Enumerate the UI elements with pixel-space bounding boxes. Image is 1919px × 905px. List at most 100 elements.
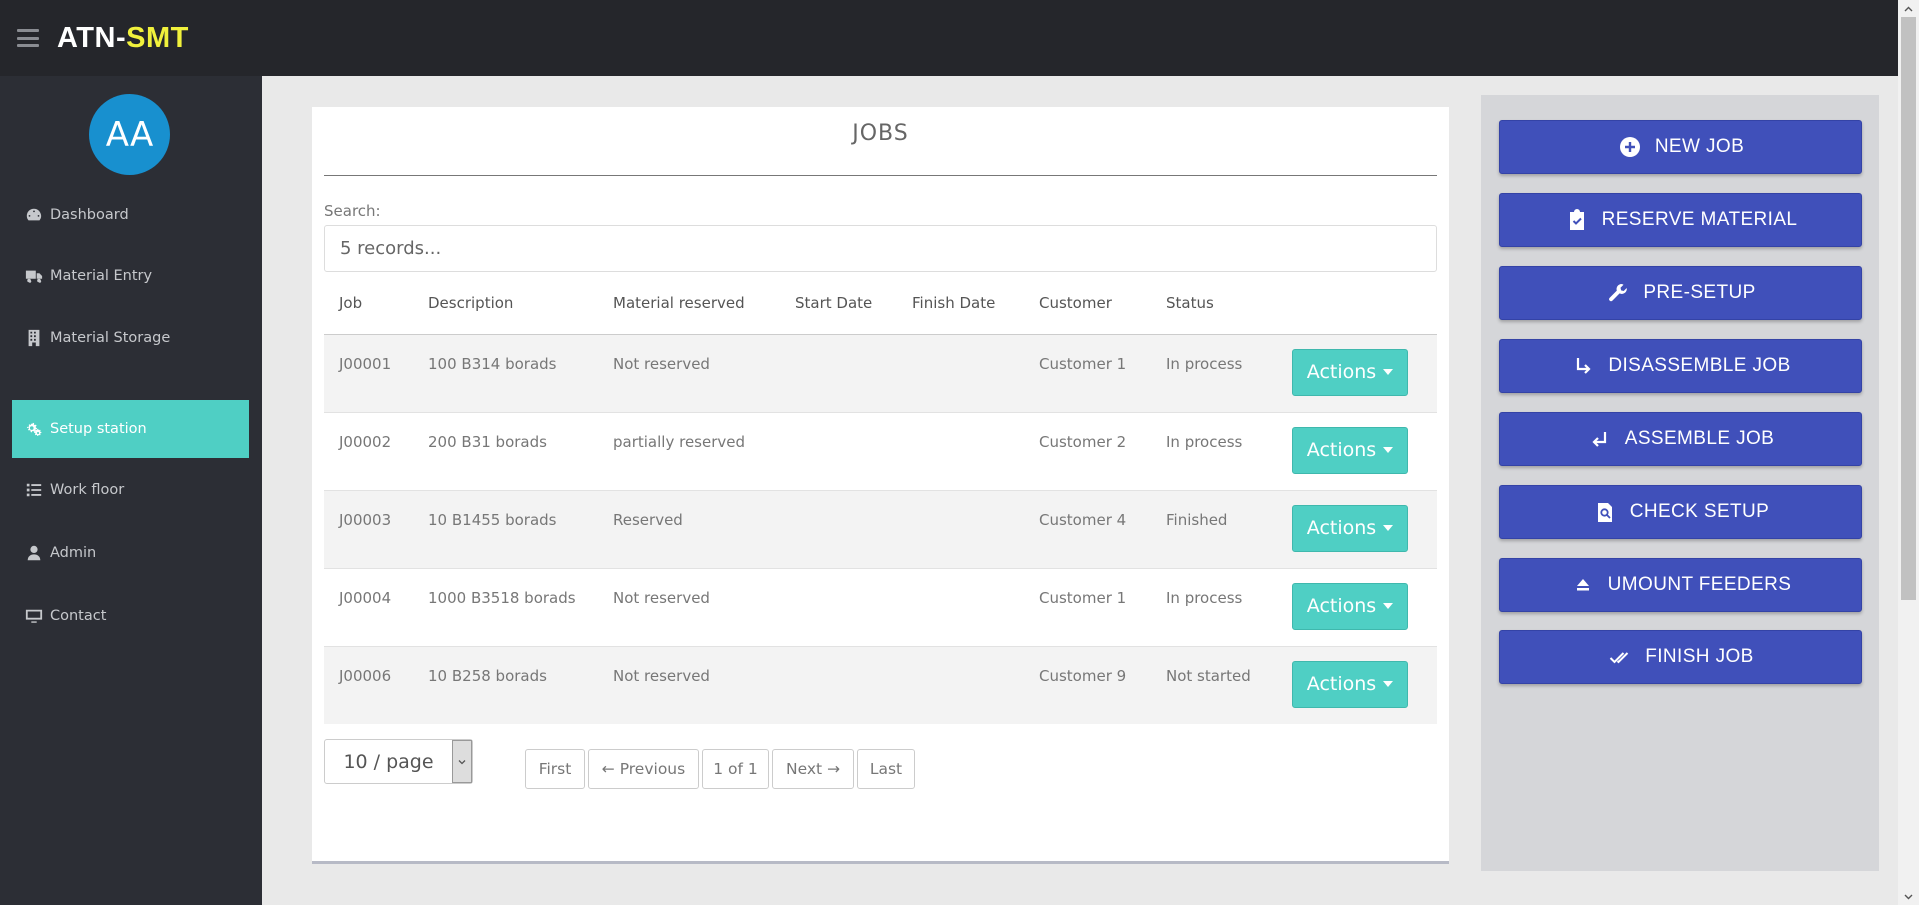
cell-description: 200 B31 borads: [413, 411, 598, 490]
check-setup-label: CHECK SETUP: [1629, 501, 1770, 522]
cell-customer: Customer 1: [1024, 334, 1151, 412]
page-scrollbar[interactable]: [1898, 0, 1919, 905]
cell-actions: Actions: [1277, 334, 1437, 412]
cell-material-reserved: partially reserved: [598, 411, 780, 490]
cell-finish-date: [897, 567, 1024, 646]
column-header-actions: [1277, 272, 1437, 335]
actions-button-label: Actions: [1306, 673, 1377, 695]
column-header-customer[interactable]: Customer: [1024, 272, 1151, 335]
pagination-first-button[interactable]: First: [525, 749, 585, 789]
scroll-down-icon[interactable]: [1898, 888, 1919, 905]
new-job-label: NEW JOB: [1654, 136, 1745, 157]
sidebar-item-label: Contact: [50, 608, 107, 624]
assemble-job-label: ASSEMBLE JOB: [1624, 428, 1775, 449]
check-setup-button[interactable]: CHECK SETUP: [1499, 485, 1862, 539]
actions-button-label: Actions: [1306, 439, 1377, 461]
enter-arrow-icon: [1587, 427, 1613, 451]
actions-dropdown-button[interactable]: Actions: [1292, 660, 1408, 708]
caret-down-icon: [1383, 525, 1394, 531]
page-title: JOBS: [852, 121, 909, 146]
cell-start-date: [780, 645, 897, 724]
actions-dropdown-button[interactable]: Actions: [1292, 504, 1408, 552]
brand-logo[interactable]: ATN-SMT: [57, 22, 189, 55]
cell-description: 100 B314 borads: [413, 334, 598, 412]
new-job-button[interactable]: NEW JOB: [1499, 120, 1862, 174]
cell-status: In process: [1151, 334, 1277, 412]
pagination-last-button[interactable]: Last: [857, 749, 915, 789]
cell-status: Not started: [1151, 645, 1277, 724]
table-row: J00004 1000 B3518 borads Not reserved Cu…: [324, 567, 1437, 646]
reserve-material-button[interactable]: RESERVE MATERIAL: [1499, 193, 1862, 247]
table-header-row: Job Description Material reserved Start …: [324, 272, 1437, 335]
sidebar-item-label: Admin: [50, 545, 97, 561]
column-header-description[interactable]: Description: [413, 272, 598, 335]
column-header-finish-date[interactable]: Finish Date: [897, 272, 1024, 335]
cell-actions: Actions: [1277, 645, 1437, 724]
cell-finish-date: [897, 334, 1024, 412]
pagination-previous-button[interactable]: ← Previous: [588, 749, 699, 789]
pre-setup-label: PRE-SETUP: [1643, 282, 1756, 303]
sidebar-item-label: Dashboard: [50, 207, 129, 223]
caret-down-icon: [1383, 369, 1394, 375]
hamburger-menu-icon[interactable]: [17, 29, 39, 47]
jobs-table: Job Description Material reserved Start …: [324, 272, 1437, 724]
column-header-status[interactable]: Status: [1151, 272, 1277, 335]
cell-description: 1000 B3518 borads: [413, 567, 598, 646]
cell-customer: Customer 9: [1024, 645, 1151, 724]
umount-feeders-button[interactable]: UMOUNT FEEDERS: [1499, 558, 1862, 612]
jobs-card: JOBS Search: Job Description Material re…: [312, 107, 1449, 861]
actions-button-label: Actions: [1306, 595, 1377, 617]
sidebar-item-setup-station[interactable]: Setup station: [12, 400, 249, 458]
plus-circle-icon: [1617, 135, 1643, 159]
assemble-job-button[interactable]: ASSEMBLE JOB: [1499, 412, 1862, 466]
umount-feeders-label: UMOUNT FEEDERS: [1607, 574, 1792, 595]
title-divider: [324, 175, 1437, 176]
cell-job: J00001: [324, 334, 413, 412]
actions-dropdown-button[interactable]: Actions: [1292, 348, 1408, 396]
cell-customer: Customer 2: [1024, 411, 1151, 490]
brand-text-suffix: SMT: [126, 22, 189, 54]
chevron-down-icon[interactable]: [452, 740, 472, 783]
actions-panel: NEW JOB RESERVE MATERIAL PRE-SETUP DISAS…: [1481, 95, 1879, 871]
cell-customer: Customer 4: [1024, 489, 1151, 568]
sidebar-item-work-floor[interactable]: Work floor: [12, 461, 249, 519]
column-header-start-date[interactable]: Start Date: [780, 272, 897, 335]
finish-job-button[interactable]: FINISH JOB: [1499, 630, 1862, 684]
cell-job: J00002: [324, 411, 413, 490]
scrollbar-thumb[interactable]: [1901, 17, 1916, 600]
pre-setup-button[interactable]: PRE-SETUP: [1499, 266, 1862, 320]
page-size-select[interactable]: 10 / page: [324, 739, 473, 784]
column-header-material-reserved[interactable]: Material reserved: [598, 272, 780, 335]
sidebar-item-label: Work floor: [50, 482, 125, 498]
building-icon: [24, 328, 44, 348]
cell-material-reserved: Not reserved: [598, 334, 780, 412]
actions-dropdown-button[interactable]: Actions: [1292, 582, 1408, 630]
actions-dropdown-button[interactable]: Actions: [1292, 426, 1408, 474]
column-header-job[interactable]: Job: [324, 272, 413, 335]
scroll-up-icon[interactable]: [1898, 0, 1919, 17]
search-input[interactable]: [324, 225, 1437, 272]
sidebar-item-admin[interactable]: Admin: [12, 524, 249, 582]
document-search-icon: [1592, 500, 1618, 524]
sidebar-item-material-storage[interactable]: Material Storage: [12, 309, 249, 367]
desktop-icon: [24, 606, 44, 626]
sidebar-item-contact[interactable]: Contact: [12, 587, 249, 645]
cell-status: Finished: [1151, 489, 1277, 568]
cogs-icon: [24, 419, 44, 439]
pagination-next-button[interactable]: Next →: [772, 749, 854, 789]
table-row: J00006 10 B258 borads Not reserved Custo…: [324, 645, 1437, 724]
sidebar-item-label: Material Storage: [50, 330, 171, 346]
disassemble-job-button[interactable]: DISASSEMBLE JOB: [1499, 339, 1862, 393]
cell-finish-date: [897, 411, 1024, 490]
sidebar-item-dashboard[interactable]: Dashboard: [12, 186, 249, 244]
avatar[interactable]: AA: [89, 94, 170, 175]
sidebar-item-label: Setup station: [50, 421, 147, 437]
cell-start-date: [780, 411, 897, 490]
clipboard-check-icon: [1564, 208, 1590, 232]
top-bar: ATN-SMT: [0, 0, 1898, 76]
search-label: Search:: [324, 202, 381, 220]
user-icon: [24, 543, 44, 563]
caret-down-icon: [1383, 447, 1394, 453]
actions-button-label: Actions: [1306, 361, 1377, 383]
sidebar-item-material-entry[interactable]: Material Entry: [12, 247, 249, 305]
